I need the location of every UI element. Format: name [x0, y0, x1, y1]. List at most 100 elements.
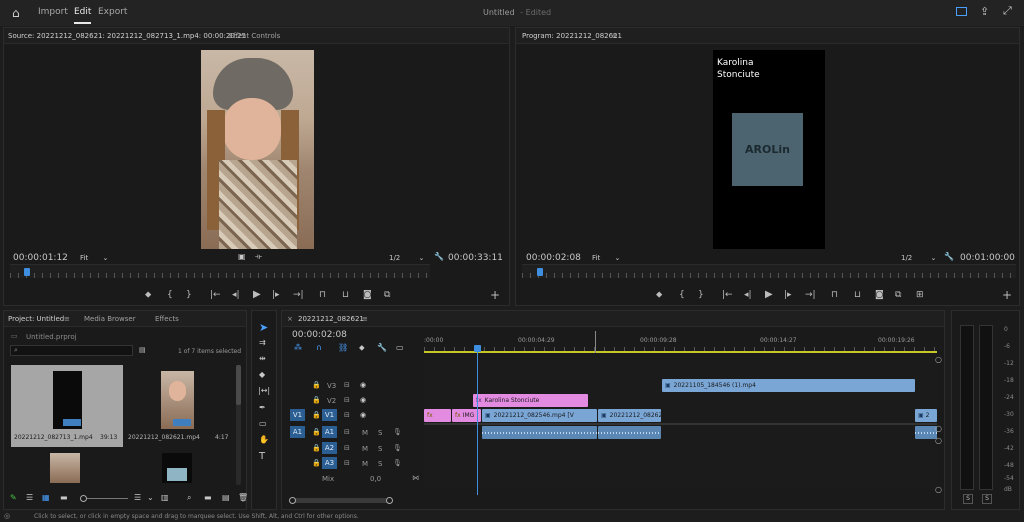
source-tab[interactable]: Source: 20221212_082621: 20221212_082713…	[8, 32, 246, 40]
pen-tool-icon[interactable]: ✒	[259, 403, 266, 412]
audio-clip-a1-2[interactable]	[598, 426, 661, 439]
lock-icon[interactable]: 🔒	[312, 459, 321, 467]
program-resolution-select[interactable]: 1/2 ⌄	[901, 254, 936, 262]
panel-menu-icon[interactable]: ≡	[362, 315, 368, 323]
timeline-playhead[interactable]	[474, 345, 481, 495]
wrench-icon[interactable]: 🔧	[434, 252, 444, 261]
tab-export[interactable]: Export	[98, 7, 127, 17]
hand-tool-icon[interactable]: ✋	[259, 435, 269, 444]
ripple-edit-tool-icon[interactable]: ⇹	[259, 354, 266, 363]
new-item-icon[interactable]: ▤	[222, 493, 230, 502]
linked-selection-icon[interactable]: ⛓	[338, 343, 348, 352]
mute-button[interactable]: M	[362, 460, 368, 468]
close-icon[interactable]: ×	[287, 315, 293, 323]
razor-tool-icon[interactable]: ◆	[259, 370, 265, 379]
sync-lock-icon[interactable]: ⊟	[344, 411, 350, 419]
solo-button[interactable]: S	[378, 460, 382, 468]
sync-lock-icon[interactable]: ⊟	[344, 381, 350, 389]
work-area-bar[interactable]	[424, 351, 937, 353]
lock-icon[interactable]: 🔒	[312, 381, 321, 389]
lock-icon[interactable]: 🔒	[312, 428, 321, 436]
slip-tool-icon[interactable]: |↔|	[258, 386, 270, 395]
eye-icon[interactable]: ◉	[360, 411, 366, 419]
solo-left-button[interactable]: S	[963, 494, 973, 504]
sync-lock-icon[interactable]: ⊟	[344, 396, 350, 404]
source-timecode[interactable]: 00:00:01:12	[13, 253, 68, 263]
sync-lock-icon[interactable]: ⊟	[344, 428, 350, 436]
new-bin-icon[interactable]: ▤	[139, 346, 146, 354]
microphone-icon[interactable]: 🎙	[393, 459, 402, 467]
eye-icon[interactable]: ◉	[360, 381, 366, 389]
source-time-ruler[interactable]	[10, 264, 430, 278]
wrench-icon[interactable]: 🔧	[944, 252, 954, 261]
export-frame-icon[interactable]: ▣	[238, 252, 246, 261]
audio-clip-a1-end[interactable]	[915, 426, 937, 439]
project-item-4-thumbnail[interactable]	[162, 453, 192, 483]
program-fit-select[interactable]: Fit ⌄	[592, 254, 620, 262]
pencil-icon[interactable]: ✎	[10, 493, 17, 502]
list-view-icon[interactable]: ☰	[26, 493, 33, 502]
track-target-a1[interactable]: A1	[322, 426, 337, 438]
microphone-icon[interactable]: 🎙	[393, 444, 402, 452]
step-forward-icon[interactable]: |▸	[784, 290, 792, 300]
vertical-zoom-handle[interactable]: ○	[935, 424, 942, 433]
go-to-out-icon[interactable]: →|	[805, 290, 816, 300]
mark-out-icon[interactable]: }	[186, 290, 192, 300]
lock-icon[interactable]: 🔒	[312, 396, 321, 404]
chevron-down-icon[interactable]: ⌄	[147, 493, 154, 502]
project-item-1[interactable]: 20221212_082713_1.mp4 39:13	[11, 365, 123, 447]
step-forward-icon[interactable]: |▸	[272, 290, 280, 300]
wrench-icon[interactable]: 🔧	[377, 343, 387, 352]
automate-icon[interactable]: ▥	[161, 493, 169, 502]
clip-title[interactable]: fx Karolina Stonciute	[473, 394, 588, 407]
compare-icon[interactable]: ⧉	[384, 290, 390, 300]
solo-right-button[interactable]: S	[982, 494, 992, 504]
zoom-slider[interactable]	[80, 495, 128, 502]
effects-tab[interactable]: Effects	[155, 315, 179, 323]
mute-button[interactable]: M	[362, 445, 368, 453]
lock-icon[interactable]: 🔒	[312, 444, 321, 452]
track-lanes[interactable]	[424, 356, 937, 488]
microphone-icon[interactable]: 🎙	[393, 428, 402, 436]
nest-icon[interactable]: ⁂	[294, 343, 302, 352]
source-resolution-select[interactable]: 1/2 ⌄	[389, 254, 424, 262]
captions-icon[interactable]: ▭	[396, 343, 404, 352]
lock-icon[interactable]: 🔒	[312, 411, 321, 419]
sync-lock-icon[interactable]: ⊟	[344, 459, 350, 467]
vertical-zoom-handle[interactable]: ○	[935, 355, 942, 364]
home-icon[interactable]: ⌂	[12, 6, 20, 20]
mark-in-icon[interactable]: {	[167, 290, 173, 300]
project-scrollbar[interactable]	[236, 365, 241, 485]
playhead-handle[interactable]	[474, 345, 481, 352]
source-patch-a1[interactable]: A1	[290, 426, 305, 438]
type-tool-icon[interactable]: T	[259, 451, 265, 462]
solo-button[interactable]: S	[378, 429, 382, 437]
workspace-icon[interactable]	[956, 7, 967, 16]
fullscreen-icon[interactable]: ⤢	[1003, 4, 1012, 18]
track-divider[interactable]	[424, 423, 937, 425]
step-back-icon[interactable]: ◂|	[232, 290, 240, 300]
sort-icon[interactable]: ☰	[134, 493, 141, 502]
project-item-2[interactable]: 20221212_082621.mp4 4:17	[125, 365, 233, 447]
settings-small-icon[interactable]: ⟛	[255, 252, 262, 262]
lift-icon[interactable]: ⊓	[831, 290, 838, 300]
project-search-input[interactable]: ⌕	[10, 345, 133, 356]
share-icon[interactable]: ⇪	[980, 5, 989, 18]
go-to-out-icon[interactable]: →|	[293, 290, 304, 300]
source-fit-select[interactable]: Fit ⌄	[80, 254, 108, 262]
new-bin-icon[interactable]: ▬	[204, 493, 212, 502]
source-playhead[interactable]	[24, 268, 30, 276]
timeline-horizontal-scrollbar[interactable]	[289, 497, 393, 504]
clip-v1-2[interactable]: ▣ 20221212_082621	[598, 409, 661, 422]
scroll-handle-left[interactable]	[289, 497, 296, 504]
camera-icon[interactable]: ◙	[875, 290, 884, 300]
eye-icon[interactable]: ◉	[360, 396, 366, 404]
go-to-in-icon[interactable]: |←	[210, 290, 221, 300]
project-scrollbar-thumb[interactable]	[236, 365, 241, 405]
snap-icon[interactable]: ∩	[316, 343, 322, 352]
source-patch-v1[interactable]: V1	[290, 409, 305, 421]
mix-volume-value[interactable]: 0,0	[370, 475, 381, 483]
program-tab[interactable]: Program: 20221212_082621	[522, 32, 622, 40]
panel-menu-icon[interactable]: ≡	[64, 315, 70, 323]
effect-controls-tab[interactable]: Effect Controls	[229, 32, 280, 40]
